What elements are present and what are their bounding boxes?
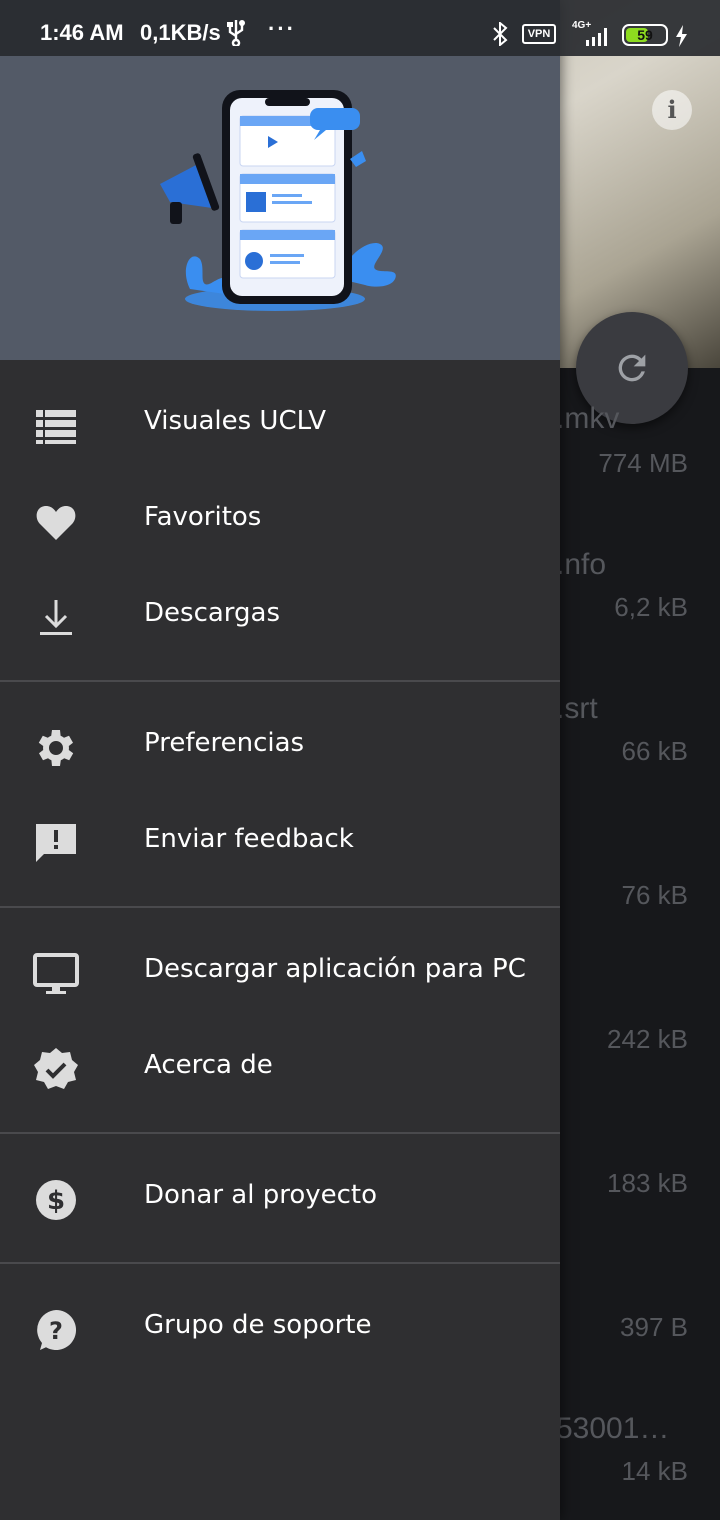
file-name: .mkv bbox=[556, 402, 620, 435]
refresh-icon bbox=[618, 354, 646, 382]
download-icon bbox=[40, 600, 72, 635]
menu-label: Donar al proyecto bbox=[144, 1180, 378, 1210]
divider bbox=[0, 1132, 560, 1134]
file-size: 6,2 kB bbox=[614, 592, 688, 622]
charging-icon bbox=[676, 25, 687, 47]
battery-indicator: 59 bbox=[622, 24, 668, 46]
feedback-icon bbox=[36, 824, 76, 862]
menu-item-descargar-aplicacion-pc[interactable]: Descargar aplicación para PC bbox=[0, 926, 560, 1022]
menu-label: Favoritos bbox=[144, 502, 262, 532]
gear-icon bbox=[38, 730, 74, 766]
menu-item-enviar-feedback[interactable]: Enviar feedback bbox=[0, 796, 560, 892]
heart-icon bbox=[36, 506, 76, 540]
menu-label: Acerca de bbox=[144, 1050, 273, 1080]
help-icon: ? bbox=[37, 1310, 77, 1350]
menu-item-grupo-soporte[interactable]: ? Grupo de soporte bbox=[0, 1282, 560, 1378]
status-time: 1:46 AM bbox=[40, 20, 124, 45]
menu-label: Descargas bbox=[144, 598, 281, 628]
file-size: 14 kB bbox=[621, 1456, 689, 1486]
file-name: .nfo bbox=[556, 548, 607, 581]
menu-label: Descargar aplicación para PC bbox=[144, 954, 526, 984]
file-size: 76 kB bbox=[621, 880, 689, 910]
more-icon: ··· bbox=[268, 16, 296, 41]
bluetooth-icon bbox=[493, 22, 508, 46]
menu-item-preferencias[interactable]: Preferencias bbox=[0, 700, 560, 796]
svg-text:$: $ bbox=[47, 1186, 65, 1216]
divider bbox=[0, 906, 560, 908]
file-name: 53001… bbox=[556, 1412, 670, 1445]
info-button[interactable]: i bbox=[652, 90, 692, 130]
phone-megaphone-illustration bbox=[160, 90, 396, 311]
usb-icon bbox=[227, 20, 245, 46]
menu-label: Enviar feedback bbox=[144, 824, 354, 854]
menu-item-donar-proyecto[interactable]: $ Donar al proyecto bbox=[0, 1152, 560, 1248]
verified-badge-icon bbox=[34, 1048, 78, 1089]
divider bbox=[0, 680, 560, 682]
menu-item-favoritos[interactable]: Favoritos bbox=[0, 474, 560, 570]
list-icon bbox=[36, 410, 76, 444]
menu-label: Preferencias bbox=[144, 728, 305, 758]
file-size: 183 kB bbox=[607, 1168, 688, 1198]
navigation-drawer: Visuales UCLV Favoritos Descargas Prefer… bbox=[0, 0, 560, 1520]
status-speed: 0,1KB/s bbox=[140, 20, 221, 45]
file-size: 242 kB bbox=[607, 1024, 688, 1054]
menu-item-descargas[interactable]: Descargas bbox=[0, 570, 560, 666]
file-name: .srt bbox=[556, 692, 598, 725]
menu-label: Grupo de soporte bbox=[144, 1310, 372, 1340]
menu-item-visuales-uclv[interactable]: Visuales UCLV bbox=[0, 378, 560, 474]
vpn-badge: VPN bbox=[522, 24, 556, 44]
divider bbox=[0, 1262, 560, 1264]
file-size: 66 kB bbox=[621, 736, 689, 766]
monitor-icon bbox=[33, 953, 79, 994]
status-bar: 1:46 AM 0,1KB/s ··· VPN 4G+ 59 bbox=[0, 0, 720, 56]
svg-text:?: ? bbox=[49, 1317, 63, 1345]
file-size: 774 MB bbox=[598, 448, 688, 478]
menu-label: Visuales UCLV bbox=[144, 406, 327, 436]
file-size: 397 B bbox=[620, 1312, 688, 1342]
signal-icon bbox=[586, 28, 607, 46]
dollar-icon: $ bbox=[36, 1180, 76, 1220]
battery-level: 59 bbox=[637, 27, 653, 43]
menu-item-acerca-de[interactable]: Acerca de bbox=[0, 1022, 560, 1118]
